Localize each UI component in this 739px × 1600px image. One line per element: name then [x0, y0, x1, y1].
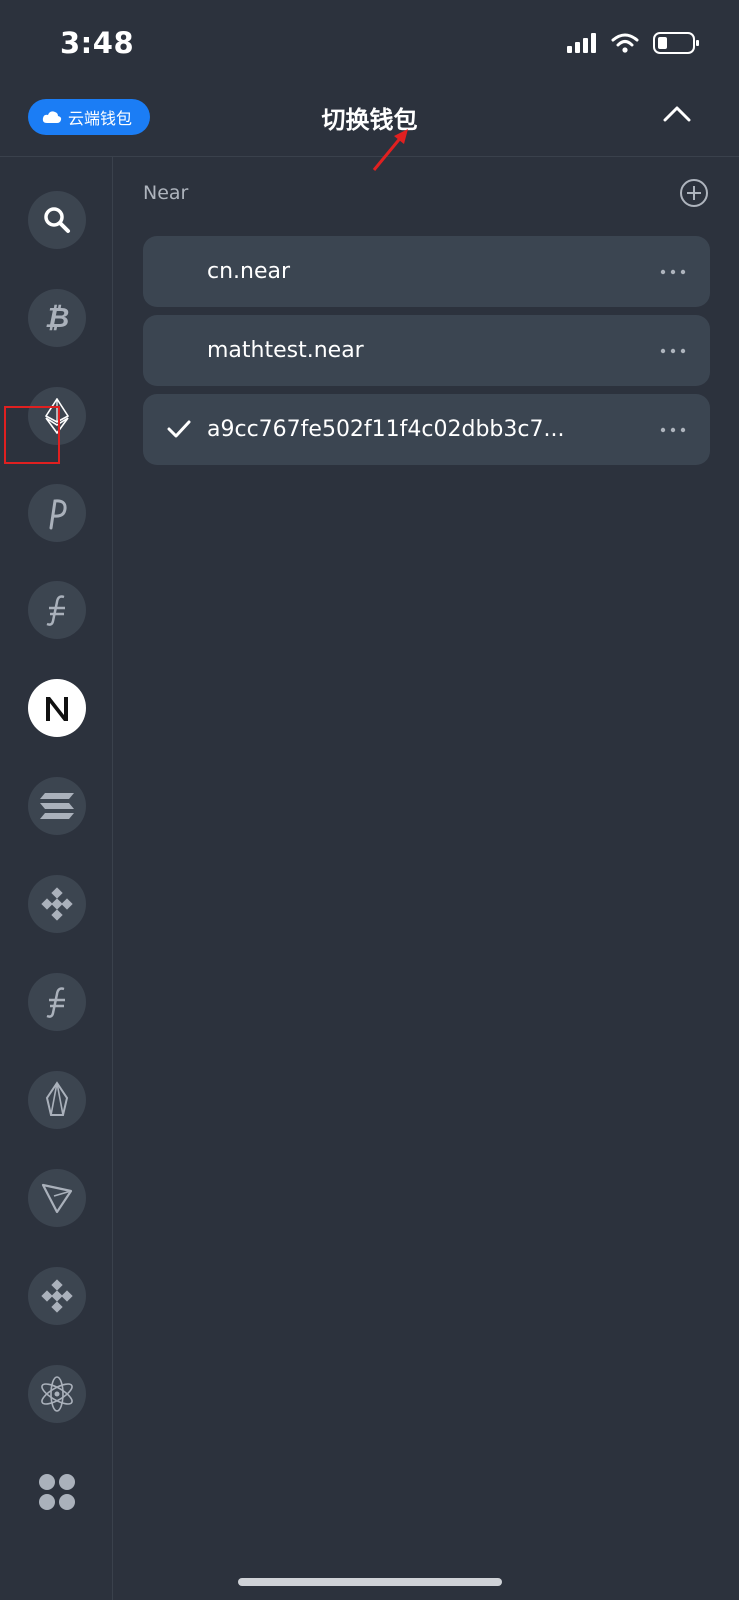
chain-cosmos[interactable]	[28, 1365, 86, 1423]
wifi-icon	[611, 33, 639, 53]
polkadot-icon	[49, 499, 67, 530]
annotation-box	[4, 406, 60, 464]
tron-icon	[41, 1183, 73, 1214]
page-title: 切换钱包	[321, 106, 418, 134]
more-options-icon[interactable]	[660, 348, 686, 354]
wallet-name: a9cc767fe502f11f4c02dbb3c7...	[207, 417, 565, 442]
cellular-signal-icon	[567, 33, 596, 53]
solana-icon	[40, 793, 74, 819]
chain-eos[interactable]	[28, 1071, 86, 1129]
chain-polkadot[interactable]	[28, 484, 86, 542]
chain-bitcoin[interactable]: ₿	[28, 289, 86, 347]
bitcoin-icon: ₿	[45, 301, 70, 334]
more-apps-button[interactable]	[28, 1463, 86, 1521]
svg-text:₿: ₿	[45, 301, 70, 334]
binance-icon	[41, 887, 73, 921]
chevron-up-icon[interactable]	[663, 104, 691, 124]
chain-solana[interactable]	[28, 777, 86, 835]
chain-tron[interactable]	[28, 1169, 86, 1227]
chain-search[interactable]	[28, 191, 86, 249]
cosmos-icon	[41, 1376, 73, 1412]
chain-binance[interactable]	[28, 875, 86, 933]
wallet-name: cn.near	[207, 259, 291, 284]
wallet-item-selected[interactable]: a9cc767fe502f11f4c02dbb3c7...	[143, 394, 710, 465]
search-icon	[44, 207, 70, 233]
home-indicator[interactable]	[238, 1578, 502, 1586]
section-label: Near	[143, 182, 189, 204]
status-icons	[567, 32, 699, 54]
filecoin-icon	[46, 987, 65, 1018]
header: 云端钱包 切换钱包	[0, 90, 739, 157]
near-icon	[46, 697, 68, 721]
chain-filecoin-2[interactable]	[28, 973, 86, 1031]
chain-sidebar: ₿	[0, 157, 113, 1600]
wallet-item[interactable]: cn.near	[143, 236, 710, 307]
eos-icon	[45, 1081, 69, 1116]
more-apps-icon	[39, 1474, 75, 1510]
chain-filecoin[interactable]	[28, 581, 86, 639]
binance-icon	[41, 1279, 73, 1313]
chain-near[interactable]	[28, 679, 86, 737]
annotation-arrow-icon	[372, 129, 408, 171]
wallet-name: mathtest.near	[207, 338, 364, 363]
status-time: 3:48	[60, 26, 135, 60]
battery-icon	[653, 32, 699, 54]
add-wallet-icon[interactable]	[679, 178, 709, 208]
more-options-icon[interactable]	[660, 269, 686, 275]
wallet-item[interactable]: mathtest.near	[143, 315, 710, 386]
status-bar: 3:48	[0, 0, 739, 90]
checkmark-icon	[167, 420, 191, 438]
filecoin-icon	[46, 595, 65, 626]
more-options-icon[interactable]	[660, 427, 686, 433]
chain-binance-2[interactable]	[28, 1267, 86, 1325]
